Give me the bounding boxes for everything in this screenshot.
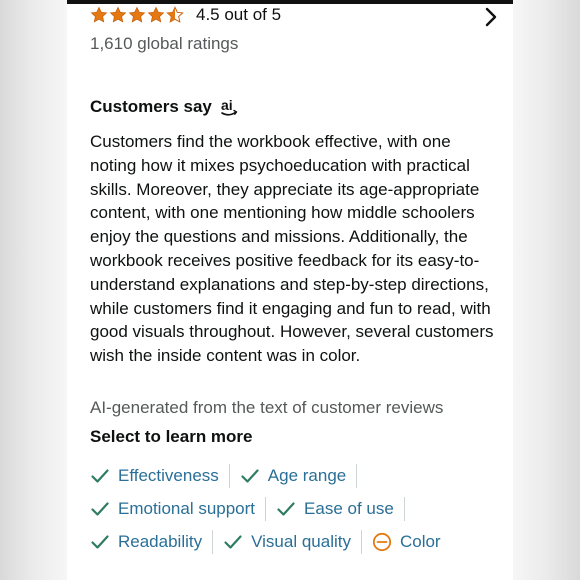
minus-circle-icon	[372, 532, 392, 551]
aspect-chip-age-range[interactable]: Age range	[240, 466, 346, 486]
chip-separator	[360, 529, 362, 554]
chip-separator	[265, 496, 267, 521]
ai-icon: ai	[220, 96, 240, 118]
check-icon	[91, 501, 109, 516]
star-icon	[128, 6, 146, 23]
aspect-chip-color[interactable]: Color	[372, 532, 441, 552]
check-icon	[91, 468, 109, 483]
rating-summary-row[interactable]: 4.5 out of 5	[90, 4, 500, 28]
chip-separator	[228, 463, 230, 488]
aspect-chip-emotional-support[interactable]: Emotional support	[90, 499, 255, 519]
chip-row: Readability Visual quality Color	[90, 525, 500, 558]
star-icon	[147, 6, 165, 23]
check-icon	[91, 534, 109, 549]
star-rating	[90, 6, 184, 24]
reviews-card: 4.5 out of 5 1,610 global ratings Custom…	[67, 4, 513, 580]
chip-label: Effectiveness	[118, 465, 219, 485]
ai-generated-note: AI-generated from the text of customer r…	[90, 398, 444, 417]
chevron-right-icon[interactable]	[482, 6, 500, 28]
chip-row: Emotional support Ease of use	[90, 492, 500, 525]
chip-label: Age range	[267, 465, 347, 485]
chip-separator	[356, 463, 358, 488]
star-icon	[90, 6, 108, 23]
chip-separator	[212, 529, 214, 554]
aspect-chip-visual-quality[interactable]: Visual quality	[223, 532, 351, 552]
chip-label: Ease of use	[304, 498, 394, 518]
chip-label: Readability	[118, 531, 203, 551]
chip-label: Emotional support	[118, 498, 256, 518]
global-ratings-count: 1,610 global ratings	[90, 34, 239, 53]
review-summary-text: Customers find the workbook effective, w…	[90, 132, 494, 366]
chip-row: Effectiveness Age range	[90, 459, 500, 492]
half-star-icon	[166, 6, 184, 23]
select-to-learn-more-heading: Select to learn more	[90, 427, 253, 446]
customers-say-heading: Customers say ai	[90, 96, 240, 118]
check-icon	[277, 501, 295, 516]
aspect-chips: Effectiveness Age range Emotional suppor…	[90, 459, 500, 558]
svg-text:ai: ai	[221, 97, 233, 113]
chip-separator	[403, 496, 405, 521]
chip-label: Visual quality	[251, 531, 351, 551]
rating-value: 4.5 out of 5	[196, 5, 282, 24]
aspect-chip-readability[interactable]: Readability	[90, 532, 202, 552]
aspect-chip-effectiveness[interactable]: Effectiveness	[90, 466, 219, 486]
check-icon	[224, 534, 242, 549]
chip-label: Color	[399, 531, 441, 551]
star-icon	[109, 6, 127, 23]
aspect-chip-ease-of-use[interactable]: Ease of use	[276, 499, 394, 519]
check-icon	[241, 468, 259, 483]
customers-say-title: Customers say	[90, 97, 212, 116]
